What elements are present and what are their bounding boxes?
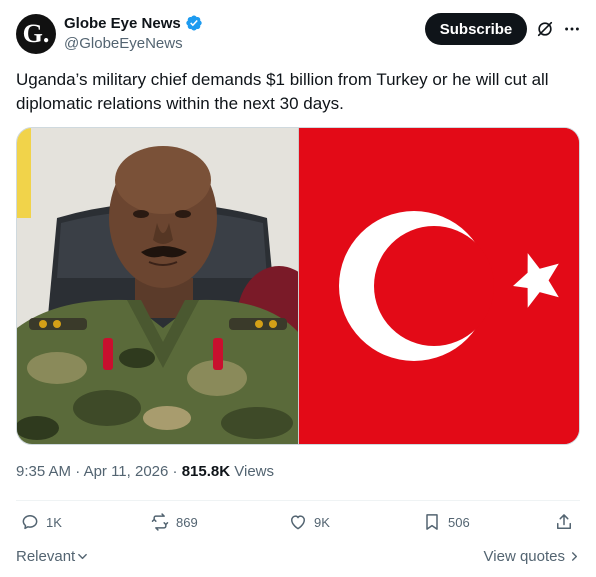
meta-separator: · (168, 463, 182, 480)
share-button[interactable] (554, 512, 574, 532)
officer-photo-illustration (17, 128, 298, 444)
like-count: 9K (314, 514, 330, 530)
subscribe-button[interactable]: Subscribe (425, 13, 527, 45)
action-bar: 1K 869 9K 506 (16, 512, 580, 538)
meta-separator: · (71, 463, 84, 480)
bookmark-count: 506 (448, 514, 470, 530)
view-quotes-link[interactable]: View quotes (484, 548, 580, 565)
display-name-row: Globe Eye News (64, 14, 203, 32)
heart-icon (291, 515, 305, 530)
sort-relevant-dropdown[interactable]: Relevant (16, 548, 88, 565)
avatar-logo: G. (22, 18, 50, 48)
bookmark-button[interactable]: 506 (422, 512, 470, 532)
share-icon (557, 514, 571, 529)
tweet-media[interactable] (16, 127, 580, 445)
like-button[interactable]: 9K (288, 512, 330, 532)
repost-icon (151, 513, 169, 531)
divider (16, 500, 580, 501)
author-handle[interactable]: @GlobeEyeNews (64, 35, 203, 52)
turkish-flag-image[interactable] (298, 128, 579, 444)
view-quotes-label: View quotes (483, 548, 565, 565)
repost-count: 869 (176, 514, 198, 530)
tweet-header: G. Globe Eye News @GlobeEyeNews Subscrib… (16, 12, 580, 54)
reply-icon (22, 515, 38, 530)
tweet-time[interactable]: 9:35 AM (16, 463, 71, 480)
relevant-label: Relevant (16, 548, 76, 565)
bookmark-icon (426, 514, 438, 530)
avatar[interactable]: G. (16, 14, 56, 54)
chevron-right-icon (571, 552, 578, 561)
display-name[interactable]: Globe Eye News (64, 15, 181, 32)
officer-photo[interactable] (17, 128, 298, 444)
tweet-text: Uganda’s military chief demands $1 billi… (16, 70, 549, 113)
grok-icon[interactable] (536, 20, 554, 38)
views-label: Views (234, 463, 274, 480)
views-count: 815.8K (181, 463, 231, 480)
more-options-icon[interactable] (561, 18, 583, 40)
reply-button[interactable]: 1K (20, 512, 62, 532)
replies-footer: Relevant View quotes (16, 548, 580, 568)
author-names: Globe Eye News @GlobeEyeNews (64, 14, 203, 52)
turkish-flag-illustration (298, 128, 579, 444)
verified-badge-icon (185, 14, 203, 32)
chevron-down-icon (78, 553, 88, 560)
tweet-date[interactable]: Apr 11, 2026 (84, 463, 169, 480)
repost-button[interactable]: 869 (150, 512, 198, 532)
reply-count: 1K (46, 514, 62, 530)
tweet-meta: 9:35 AM · Apr 11, 2026 · 815.8K Views (16, 463, 274, 480)
